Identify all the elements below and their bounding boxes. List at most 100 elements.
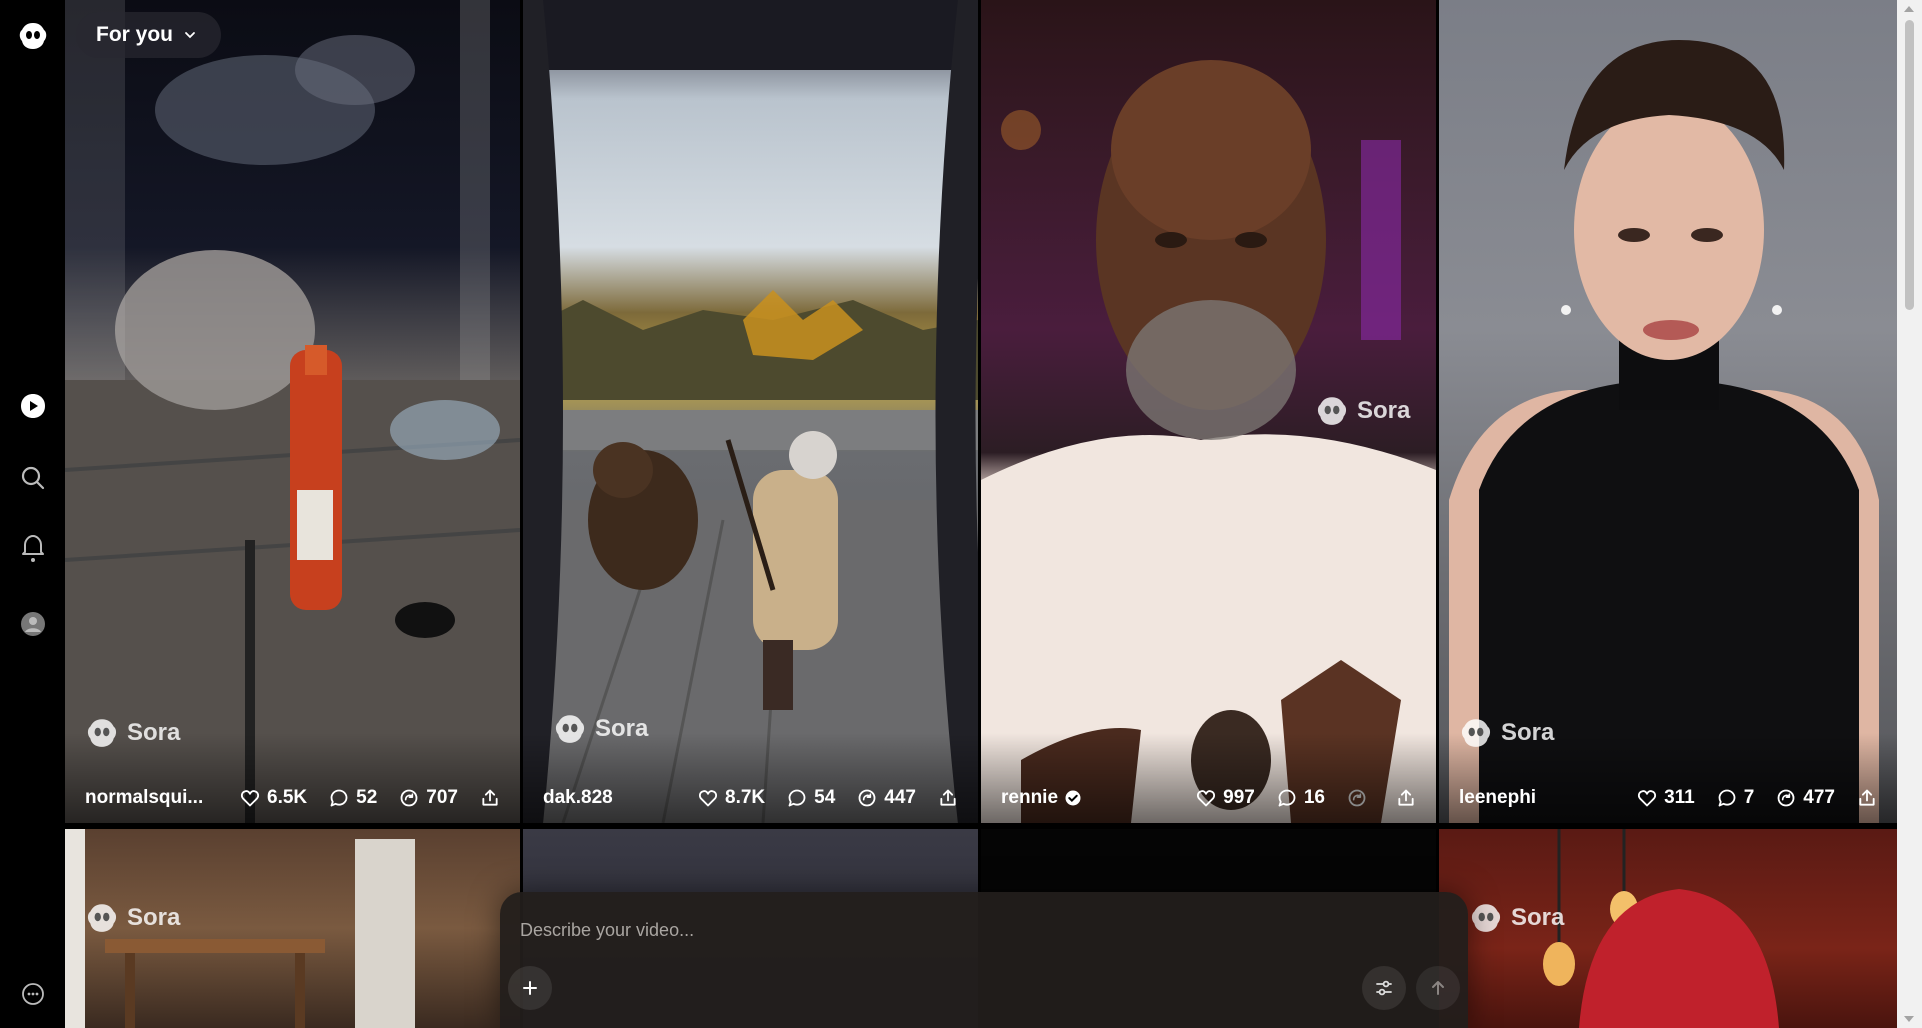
comment-count: 7 xyxy=(1743,787,1755,808)
scroll-down-arrow-icon[interactable] xyxy=(1904,1016,1914,1022)
scrollbar-thumb[interactable] xyxy=(1905,20,1914,310)
scroll-up-arrow-icon[interactable] xyxy=(1904,6,1914,12)
remix-button[interactable]: 477 xyxy=(1776,787,1835,809)
sora-logo-icon xyxy=(1471,904,1501,932)
sidebar xyxy=(0,0,65,1028)
comment-button[interactable]: 16 xyxy=(1277,787,1325,809)
prompt-input[interactable]: Describe your video... xyxy=(520,920,694,941)
more-icon[interactable] xyxy=(17,978,49,1010)
video-icon[interactable] xyxy=(17,390,49,422)
sora-logo-icon xyxy=(87,719,117,747)
sora-watermark: Sora xyxy=(1459,716,1554,750)
comment-icon xyxy=(1718,789,1736,807)
sora-logo-icon xyxy=(1461,719,1491,747)
sora-logo-icon xyxy=(1317,397,1347,425)
username-label: rennie xyxy=(1001,787,1059,808)
video-thumbnail xyxy=(1449,40,1879,823)
heart-icon xyxy=(1638,790,1657,807)
feed-selector[interactable]: For you xyxy=(76,12,221,58)
like-count: 311 xyxy=(1664,787,1695,808)
remix-icon xyxy=(1777,789,1795,807)
like-button[interactable]: 997 xyxy=(1196,787,1255,809)
video-card[interactable]: Sora xyxy=(65,829,520,1028)
watermark-label: Sora xyxy=(1501,719,1555,746)
chevron-down-icon xyxy=(185,32,195,39)
video-meta: leenephi 311 7 477 xyxy=(1439,783,1897,813)
remix-button[interactable]: 707 xyxy=(399,787,458,809)
sora-watermark: Sora xyxy=(553,712,648,746)
verified-badge-icon xyxy=(1065,790,1081,806)
video-card[interactable]: Sora rennie 997 16 xyxy=(981,0,1436,823)
watermark-label: Sora xyxy=(127,719,181,746)
settings-button[interactable] xyxy=(1362,966,1406,1010)
profile-icon[interactable] xyxy=(17,608,49,640)
like-button[interactable]: 6.5K xyxy=(240,787,307,809)
remix-icon xyxy=(1348,789,1366,807)
comment-count: 52 xyxy=(356,787,378,808)
remix-button[interactable]: 447 xyxy=(857,787,916,809)
share-button[interactable] xyxy=(938,788,958,808)
remix-button[interactable] xyxy=(1347,788,1374,808)
sora-logo-icon[interactable] xyxy=(17,20,49,52)
comment-icon xyxy=(330,789,348,807)
comment-icon xyxy=(1278,789,1296,807)
comment-button[interactable]: 54 xyxy=(787,787,835,809)
like-count: 8.7K xyxy=(725,787,766,808)
prompt-composer: Describe your video... xyxy=(500,892,1468,1028)
video-thumbnail xyxy=(65,0,520,823)
video-card[interactable]: Sora dak.828 8.7K 54 447 xyxy=(523,0,978,823)
share-button[interactable] xyxy=(1396,788,1416,808)
video-card[interactable]: Sora leenephi 311 7 477 xyxy=(1439,0,1897,823)
sora-watermark: Sora xyxy=(1469,901,1564,935)
share-icon xyxy=(940,789,956,806)
watermark-label: Sora xyxy=(1511,904,1565,931)
plus-icon xyxy=(523,981,537,995)
heart-icon xyxy=(1197,790,1216,807)
video-card[interactable]: Sora xyxy=(1439,829,1897,1028)
share-button[interactable] xyxy=(480,788,500,808)
remix-count: 477 xyxy=(1803,787,1835,808)
bell-icon[interactable] xyxy=(17,532,49,564)
username[interactable]: leenephi xyxy=(1459,787,1615,809)
comment-count: 16 xyxy=(1303,787,1325,808)
sliders-icon xyxy=(1376,980,1392,996)
watermark-label: Sora xyxy=(127,904,181,931)
scrollbar[interactable] xyxy=(1897,0,1922,1028)
arrow-up-icon xyxy=(1432,981,1444,995)
share-button[interactable] xyxy=(1857,788,1877,808)
video-meta: dak.828 8.7K 54 447 xyxy=(523,783,978,813)
video-feed: Sora normalsqui... 6.5K 52 707 Sora dak.… xyxy=(65,0,1897,1028)
heart-icon xyxy=(698,790,718,807)
like-count: 6.5K xyxy=(267,787,308,808)
comment-button[interactable]: 52 xyxy=(329,787,377,809)
like-button[interactable]: 8.7K xyxy=(698,787,765,809)
comment-icon xyxy=(788,789,806,807)
share-icon xyxy=(1859,789,1875,806)
like-button[interactable]: 311 xyxy=(1637,787,1695,809)
like-count: 997 xyxy=(1223,787,1255,808)
watermark-label: Sora xyxy=(595,715,649,742)
add-button[interactable] xyxy=(508,966,552,1010)
watermark-label: Sora xyxy=(1357,397,1411,424)
username[interactable]: rennie xyxy=(1001,787,1174,809)
username[interactable]: normalsqui... xyxy=(85,787,218,809)
sora-logo-icon xyxy=(87,904,117,932)
comment-count: 54 xyxy=(814,787,836,808)
sora-watermark: Sora xyxy=(85,716,180,750)
sora-watermark: Sora xyxy=(1315,394,1410,428)
sora-watermark: Sora xyxy=(85,901,180,935)
comment-button[interactable]: 7 xyxy=(1717,787,1755,809)
remix-icon xyxy=(858,789,876,807)
video-thumbnail xyxy=(523,0,978,823)
remix-count: 447 xyxy=(884,787,916,808)
username[interactable]: dak.828 xyxy=(543,787,676,809)
remix-count: 707 xyxy=(426,787,458,808)
heart-icon xyxy=(240,790,260,807)
sora-logo-icon xyxy=(555,715,585,743)
video-meta: normalsqui... 6.5K 52 707 xyxy=(65,783,520,813)
submit-button[interactable] xyxy=(1416,966,1460,1010)
video-card[interactable]: Sora normalsqui... 6.5K 52 707 xyxy=(65,0,520,823)
remix-icon xyxy=(400,789,418,807)
share-icon xyxy=(1398,789,1414,806)
search-icon[interactable] xyxy=(17,462,49,494)
